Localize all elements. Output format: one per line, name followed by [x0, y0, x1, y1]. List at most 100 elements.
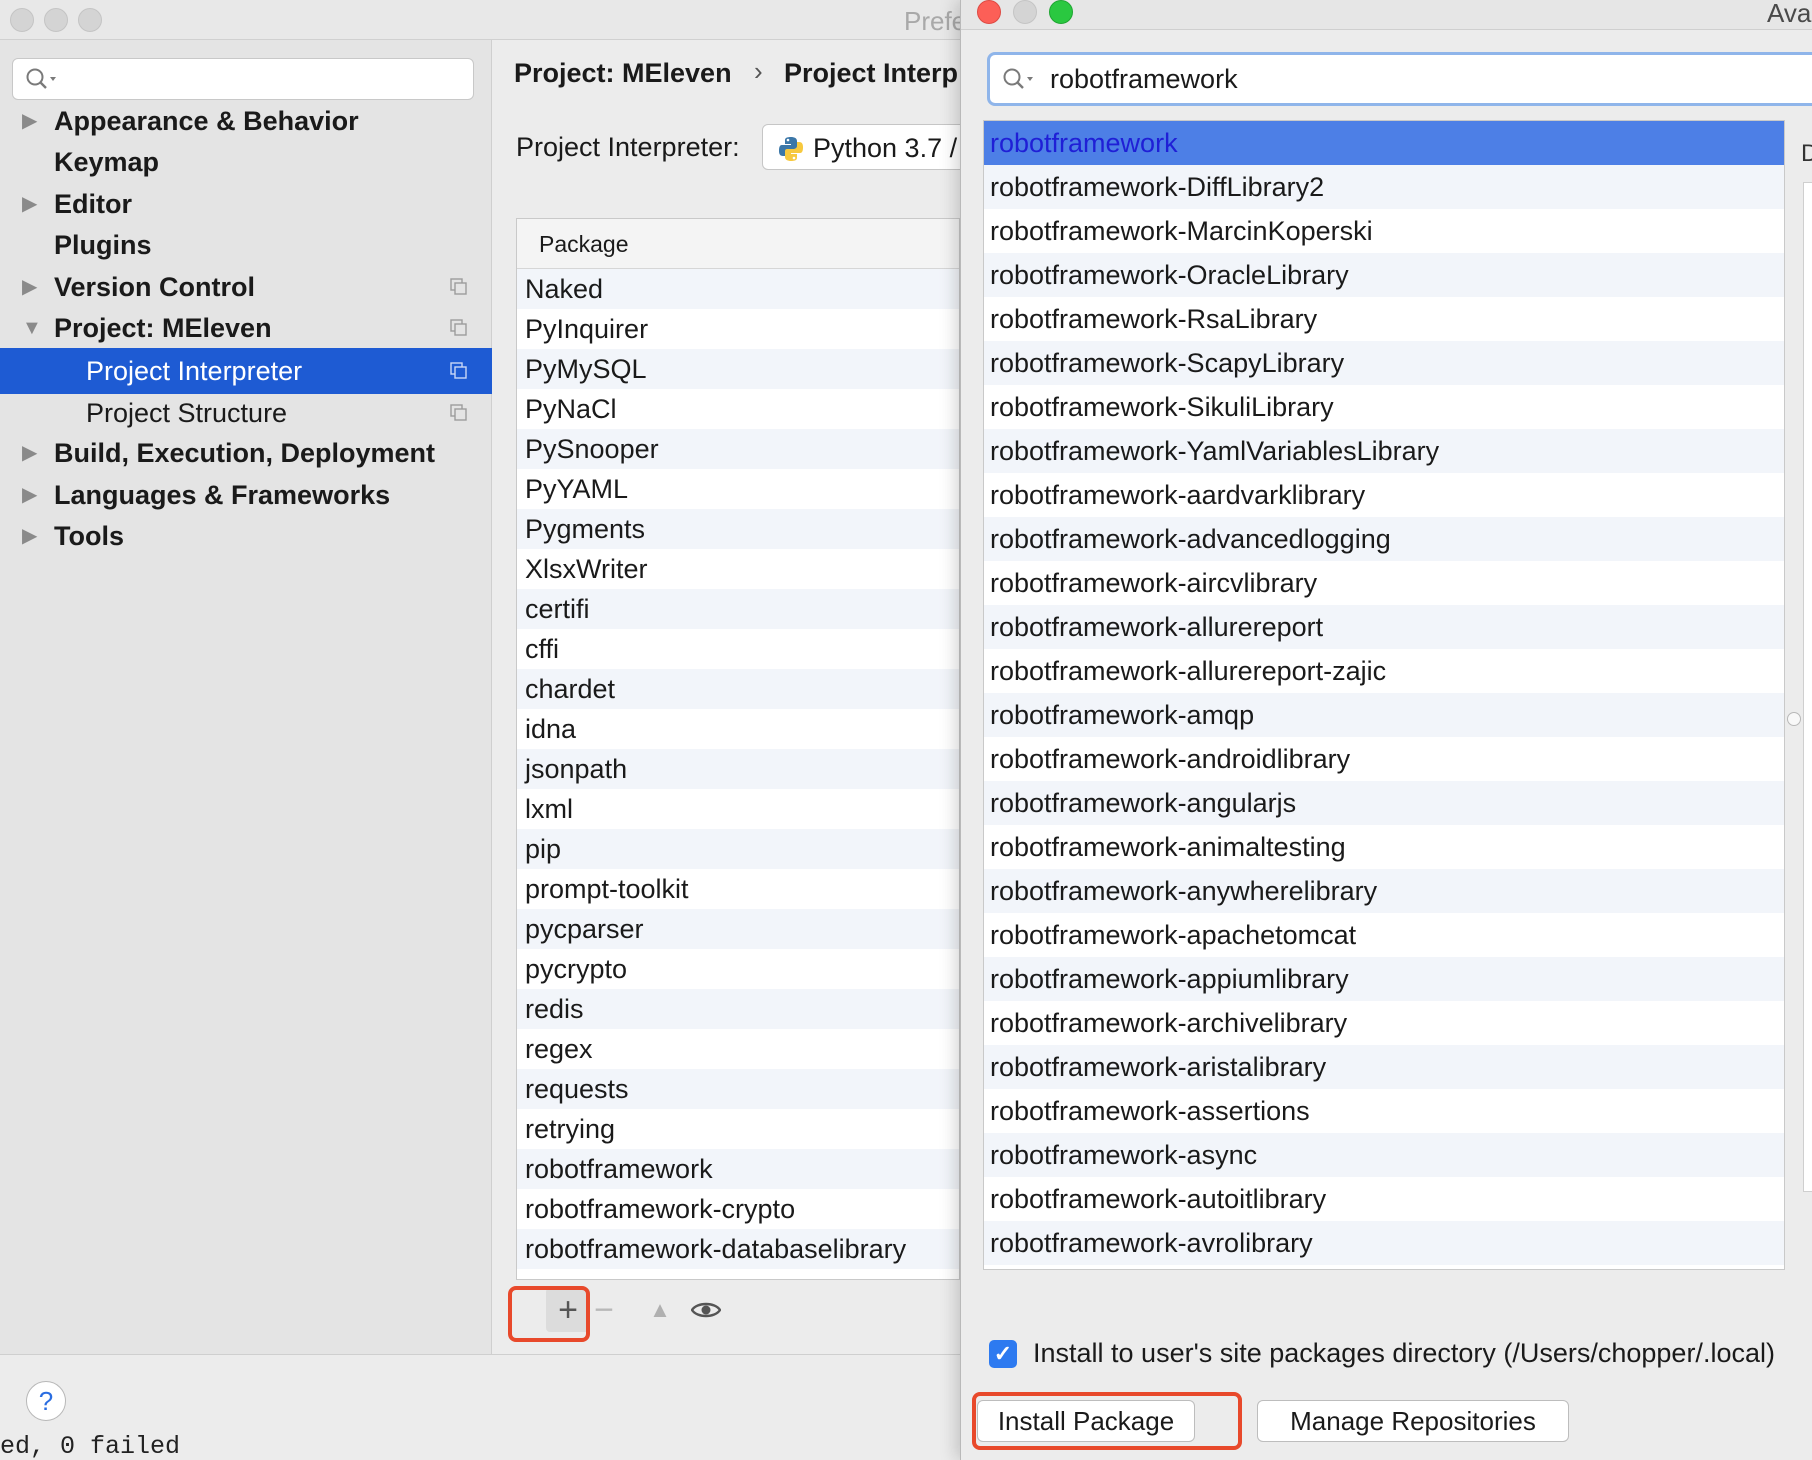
sidebar-item-editor[interactable]: ▶ Editor: [0, 181, 492, 227]
search-icon: [1003, 68, 1033, 89]
available-packages-dialog: Avai robotframework robotframeworkrobotf…: [960, 0, 1812, 1460]
table-row[interactable]: certifi: [517, 589, 959, 629]
list-item[interactable]: robotframework-androidlibrary: [984, 737, 1784, 781]
install-to-user-checkbox[interactable]: ✓: [989, 1340, 1017, 1368]
list-item[interactable]: robotframework-DiffLibrary2: [984, 165, 1784, 209]
python-icon: [779, 137, 803, 161]
package-search-input[interactable]: robotframework: [987, 52, 1812, 106]
list-item[interactable]: robotframework-angularjs: [984, 781, 1784, 825]
list-item[interactable]: robotframework-amqp: [984, 693, 1784, 737]
breadcrumb-project: Project: MEleven: [514, 58, 732, 88]
list-item[interactable]: robotframework-avrolibrary: [984, 1221, 1784, 1265]
available-packages-list[interactable]: robotframework robotframework-DiffLibrary…: [983, 120, 1785, 1270]
zoom-window-button[interactable]: [78, 8, 102, 32]
list-item[interactable]: robotframework-assertions: [984, 1089, 1784, 1133]
sidebar-item-keymap[interactable]: Keymap: [0, 139, 492, 185]
installed-packages-table[interactable]: Package Naked PyInquirer PyMySQL PyNaCl PySn…: [516, 218, 960, 1280]
list-item[interactable]: robotframework-async: [984, 1133, 1784, 1177]
table-row[interactable]: robotframework-databaselibrary: [517, 1229, 959, 1269]
expand-arrow-icon[interactable]: ▶: [22, 430, 37, 476]
list-item[interactable]: robotframework: [984, 121, 1784, 165]
dialog-titlebar: Avai: [961, 0, 1812, 30]
settings-sidebar: ▶ Appearance & Behavior Keymap ▶ Editor …: [0, 40, 492, 1354]
table-row[interactable]: pycrypto: [517, 949, 959, 989]
zoom-dialog-button[interactable]: [1049, 0, 1073, 24]
project-settings-icon: [450, 404, 467, 421]
table-row[interactable]: cffi: [517, 629, 959, 669]
preferences-titlebar: Prefe: [0, 0, 966, 40]
expand-arrow-icon[interactable]: ▶: [22, 513, 37, 559]
sidebar-item-tools[interactable]: ▶ Tools: [0, 513, 492, 559]
table-row[interactable]: robotframework-crypto: [517, 1189, 959, 1229]
list-item[interactable]: robotframework-OracleLibrary: [984, 253, 1784, 297]
interpreter-label: Project Interpreter:: [516, 132, 740, 162]
list-item[interactable]: robotframework-SikuliLibrary: [984, 385, 1784, 429]
table-row[interactable]: PyYAML: [517, 469, 959, 509]
table-row[interactable]: PyMySQL: [517, 349, 959, 389]
list-item[interactable]: robotframework-apachetomcat: [984, 913, 1784, 957]
list-item[interactable]: robotframework-allurereport: [984, 605, 1784, 649]
column-header-package[interactable]: Package: [517, 219, 959, 269]
table-row[interactable]: pycparser: [517, 909, 959, 949]
sidebar-item-plugins[interactable]: Plugins: [0, 222, 492, 268]
sidebar-item-version-control[interactable]: ▶ Version Control: [0, 264, 492, 310]
upgrade-package-button[interactable]: ▲: [638, 1288, 682, 1332]
table-row[interactable]: XlsxWriter: [517, 549, 959, 589]
help-button[interactable]: ?: [26, 1381, 66, 1421]
add-button-highlight: [508, 1286, 590, 1342]
list-item[interactable]: robotframework-advancedlogging: [984, 517, 1784, 561]
sidebar-item-project[interactable]: ▼ Project: MEleven: [0, 305, 492, 351]
list-item[interactable]: robotframework-aristalibrary: [984, 1045, 1784, 1089]
list-item[interactable]: robotframework-aardvarklibrary: [984, 473, 1784, 517]
close-dialog-button[interactable]: [977, 0, 1001, 24]
table-row[interactable]: Pygments: [517, 509, 959, 549]
show-latest-versions-button[interactable]: [684, 1288, 728, 1332]
list-item[interactable]: robotframework-allurereport-zajic: [984, 649, 1784, 693]
collapse-arrow-icon[interactable]: ▼: [22, 305, 42, 351]
install-button-highlight: [972, 1392, 1242, 1450]
table-row[interactable]: chardet: [517, 669, 959, 709]
settings-content: Project: MEleven › Project Interp Projec…: [492, 40, 1002, 1354]
sidebar-item-project-interpreter[interactable]: Project Interpreter: [0, 348, 492, 394]
table-row[interactable]: requests: [517, 1069, 959, 1109]
table-row[interactable]: Naked: [517, 269, 959, 309]
manage-repositories-button[interactable]: Manage Repositories: [1257, 1400, 1569, 1442]
expand-arrow-icon[interactable]: ▶: [22, 181, 37, 227]
list-item[interactable]: robotframework-YamlVariablesLibrary: [984, 429, 1784, 473]
table-row[interactable]: redis: [517, 989, 959, 1029]
sidebar-item-label: Plugins: [54, 230, 152, 260]
list-item[interactable]: robotframework-archivelibrary: [984, 1001, 1784, 1045]
list-item[interactable]: robotframework-anywherelibrary: [984, 869, 1784, 913]
table-row[interactable]: PySnooper: [517, 429, 959, 469]
sidebar-item-languages-frameworks[interactable]: ▶ Languages & Frameworks: [0, 472, 492, 518]
list-item[interactable]: robotframework-aircvlibrary: [984, 561, 1784, 605]
list-item[interactable]: robotframework-MarcinKoperski: [984, 209, 1784, 253]
description-panel: [1803, 182, 1812, 1192]
sidebar-item-label: Project: MEleven: [54, 313, 272, 343]
table-row[interactable]: PyInquirer: [517, 309, 959, 349]
minimize-dialog-button[interactable]: [1013, 0, 1037, 24]
table-row[interactable]: robotframework: [517, 1149, 959, 1189]
minimize-window-button[interactable]: [44, 8, 68, 32]
sidebar-item-appearance-behavior[interactable]: ▶ Appearance & Behavior: [0, 98, 492, 144]
table-row[interactable]: jsonpath: [517, 749, 959, 789]
expand-arrow-icon[interactable]: ▶: [22, 98, 37, 144]
list-item[interactable]: robotframework-appiumlibrary: [984, 957, 1784, 1001]
expand-arrow-icon[interactable]: ▶: [22, 264, 37, 310]
list-item[interactable]: robotframework-ScapyLibrary: [984, 341, 1784, 385]
table-row[interactable]: prompt-toolkit: [517, 869, 959, 909]
list-item[interactable]: robotframework-animaltesting: [984, 825, 1784, 869]
list-item[interactable]: robotframework-RsaLibrary: [984, 297, 1784, 341]
table-row[interactable]: idna: [517, 709, 959, 749]
table-row[interactable]: lxml: [517, 789, 959, 829]
scrollbar-knob[interactable]: [1787, 712, 1801, 726]
settings-search-input[interactable]: [12, 58, 474, 100]
table-row[interactable]: retrying: [517, 1109, 959, 1149]
table-row[interactable]: regex: [517, 1029, 959, 1069]
list-item[interactable]: robotframework-autoitlibrary: [984, 1177, 1784, 1221]
sidebar-item-build-execution-deployment[interactable]: ▶ Build, Execution, Deployment: [0, 430, 492, 476]
table-row[interactable]: pip: [517, 829, 959, 869]
expand-arrow-icon[interactable]: ▶: [22, 472, 37, 518]
table-row[interactable]: PyNaCl: [517, 389, 959, 429]
close-window-button[interactable]: [10, 8, 34, 32]
